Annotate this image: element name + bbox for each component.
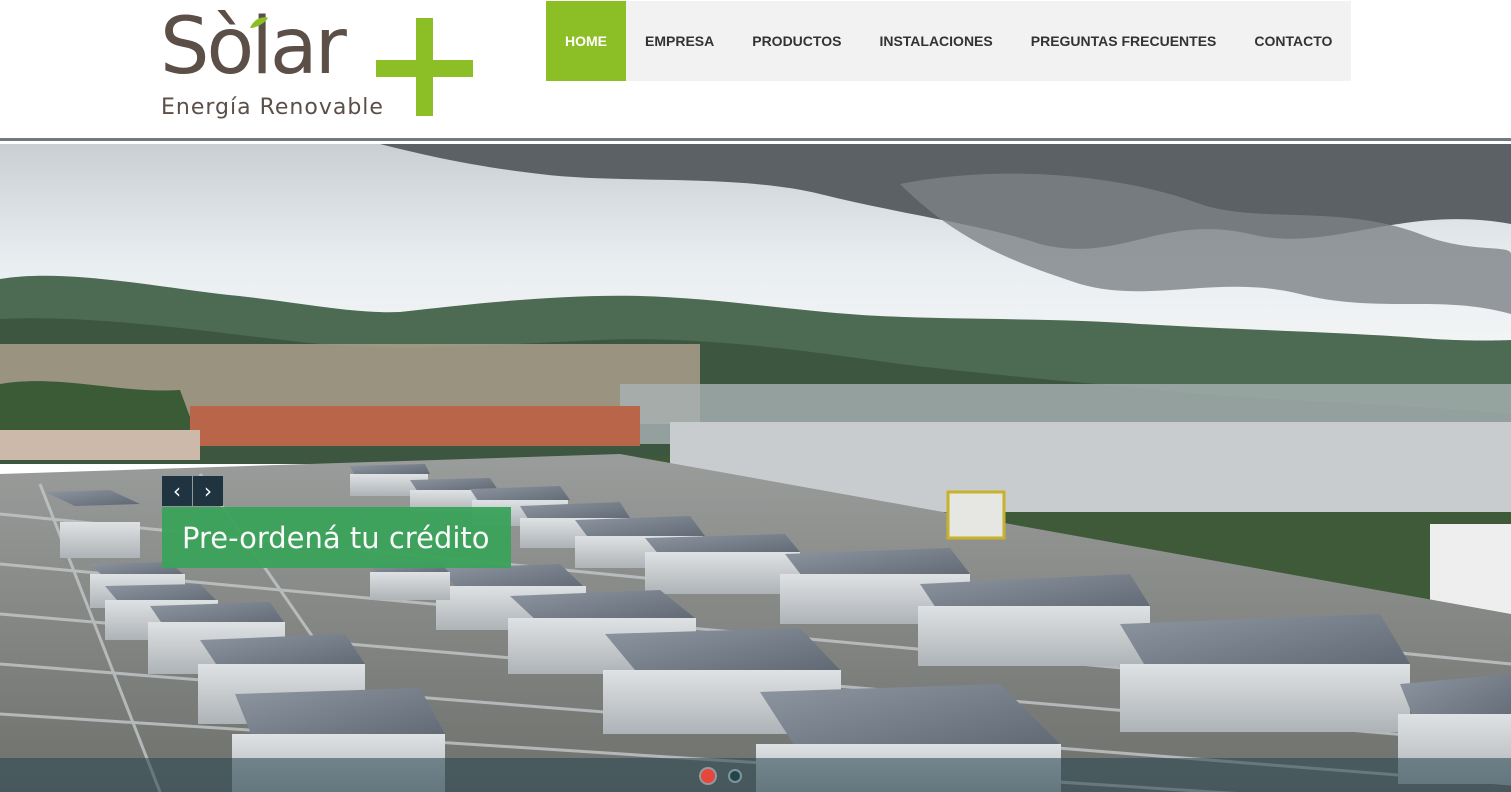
slider-pagination [0,758,1511,792]
chevron-right-icon[interactable]: › [193,476,223,506]
leaf-icon [250,17,268,28]
logo-tagline: Energía Renovable [161,95,384,120]
nav-item-contacto[interactable]: CONTACTO [1235,1,1351,81]
site-header: Sòlar Energía Renovable HOME EMPRESA PRO… [0,0,1511,141]
nav-item-home[interactable]: HOME [546,1,626,81]
hero-slider: ‹ › Pre-ordená tu crédito [0,144,1511,792]
plus-icon [376,18,473,116]
slide-dot-2[interactable] [728,769,742,783]
slide-dot-1[interactable] [701,769,715,783]
main-nav: HOME EMPRESA PRODUCTOS INSTALACIONES PRE… [546,1,1352,81]
chevron-left-icon[interactable]: ‹ [162,476,192,506]
nav-item-productos[interactable]: PRODUCTOS [733,1,860,81]
slide-caption[interactable]: Pre-ordená tu crédito [162,507,511,568]
nav-item-empresa[interactable]: EMPRESA [626,1,733,81]
slide-image-solar-rooftop [0,144,1511,792]
logo[interactable]: Sòlar Energía Renovable [160,8,480,124]
nav-item-instalaciones[interactable]: INSTALACIONES [860,1,1011,81]
slider-arrows: ‹ › [162,476,223,506]
nav-item-preguntas-frecuentes[interactable]: PREGUNTAS FRECUENTES [1012,1,1236,81]
